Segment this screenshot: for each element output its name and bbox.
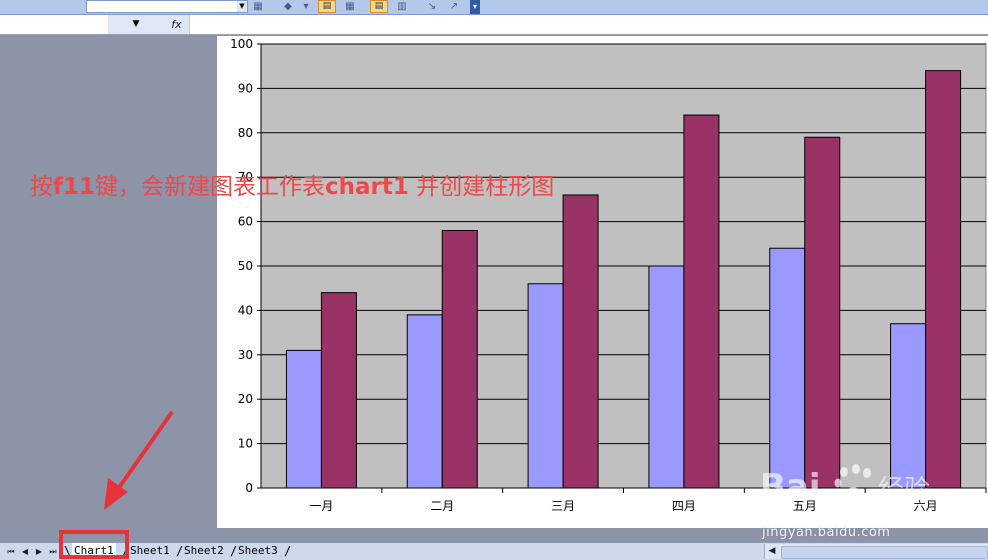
bar [925, 70, 962, 489]
annotation-part-2: 键，会新建图表工作表 [95, 174, 326, 200]
bar [285, 349, 322, 489]
highlight-box [59, 530, 129, 559]
bar [406, 314, 443, 489]
chevron-down-icon[interactable]: ▼ [237, 1, 247, 12]
x-tick-label: 二月 [430, 499, 454, 513]
svg-text:经验: 经验 [878, 475, 930, 505]
scroll-left-icon[interactable]: ◀ [765, 544, 779, 559]
annotation-key: f11 [53, 174, 96, 200]
y-tick-label: 100 [230, 37, 253, 51]
chevron-down-icon[interactable]: ▾ [298, 0, 314, 13]
x-tick-label: 一月 [309, 499, 333, 513]
column-chart[interactable]: 0102030405060708090100一月 二月 三月 四月 五月 六月 [217, 36, 988, 528]
bar [648, 265, 685, 489]
y-tick-label: 60 [238, 215, 253, 229]
formula-bar: ▼ fx [0, 15, 988, 35]
bar [441, 229, 478, 489]
y-tick-label: 50 [238, 259, 253, 273]
angle-text-up-icon[interactable]: ↗ [446, 0, 462, 13]
chart-area[interactable]: 0 10 20 30 40 50 60 70 80 90 100 一月 二月 三月 四月 五月 六月 [217, 36, 988, 528]
x-tick-label: 三月 [551, 499, 575, 513]
y-tick-label: 80 [238, 126, 253, 140]
annotation-chart-name: chart1 [325, 174, 409, 200]
first-sheet-icon[interactable]: ⏮ [4, 545, 18, 558]
name-box-dropdown-icon[interactable]: ▼ [108, 15, 164, 34]
annotation-part-3: 并创建柱形图 [408, 174, 555, 200]
y-tick-label: 30 [238, 348, 253, 362]
x-tick-label: 四月 [672, 499, 696, 513]
font-size-box[interactable]: ▼ [86, 0, 248, 13]
grid-icon[interactable]: ▦ [342, 0, 358, 13]
angle-text-icon[interactable]: ↘ [424, 0, 440, 13]
annotation-text: 按f11键，会新建图表工作表chart1 并创建柱形图 [30, 167, 554, 201]
bar [320, 292, 357, 489]
table-view-button[interactable]: ▤ [370, 0, 388, 13]
scroll-thumb[interactable] [781, 546, 988, 559]
y-tick-label: 40 [238, 303, 253, 317]
svg-text:Bai: Bai [760, 467, 821, 507]
watermark-url: jingyan.baidu.com [762, 525, 891, 540]
bar [562, 194, 599, 489]
last-sheet-icon[interactable]: ⏭ [46, 545, 60, 558]
prev-sheet-icon[interactable]: ◀ [18, 545, 32, 558]
bar [683, 114, 720, 489]
formatting-toolbar: ▼ ▦ ◆ ▾ ▤ ▦ ▤ ▥ ↘ ↗ ▾ [0, 0, 988, 15]
y-tick-label: 20 [238, 392, 253, 406]
y-tick-label: 90 [238, 81, 253, 95]
tab-sheet2[interactable]: Sheet2 [182, 543, 226, 559]
name-box[interactable] [0, 15, 109, 34]
horizontal-scrollbar[interactable]: ◀ [764, 544, 988, 559]
tab-sheet3[interactable]: Sheet3 [236, 543, 280, 559]
fx-icon[interactable]: fx [164, 15, 190, 34]
column-icon[interactable]: ▥ [394, 0, 410, 13]
toolbar-options-icon[interactable]: ▾ [470, 0, 480, 14]
chart-view-button[interactable]: ▤ [318, 0, 336, 13]
y-tick-label: 10 [238, 437, 253, 451]
tab-divider: / [284, 544, 292, 558]
next-sheet-icon[interactable]: ▶ [32, 545, 46, 558]
annotation-part-1: 按 [30, 174, 53, 200]
bar [769, 247, 806, 489]
tab-sheet1[interactable]: Sheet1 [128, 543, 172, 559]
bar [527, 283, 564, 489]
bar [804, 136, 841, 489]
y-tick-label: 0 [245, 481, 253, 495]
baidu-watermark-logo: Bai 经验 [760, 464, 930, 507]
chart-wizard-icon[interactable]: ◆ [280, 0, 296, 13]
save-icon[interactable]: ▦ [250, 0, 266, 13]
